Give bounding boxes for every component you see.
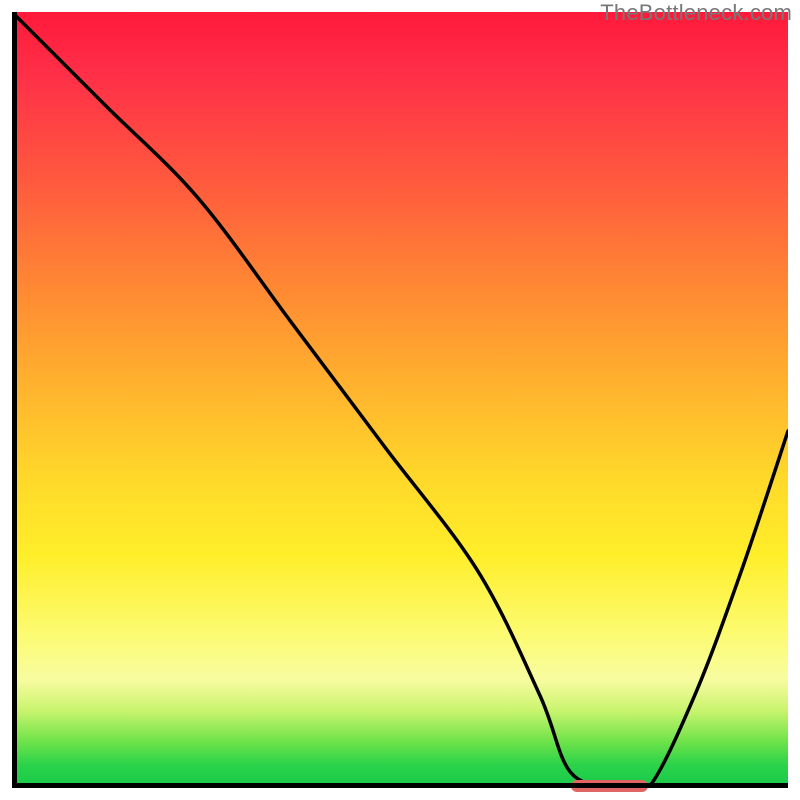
bottleneck-chart: TheBottleneck.com — [0, 0, 800, 800]
plot-gradient-background — [12, 12, 788, 788]
